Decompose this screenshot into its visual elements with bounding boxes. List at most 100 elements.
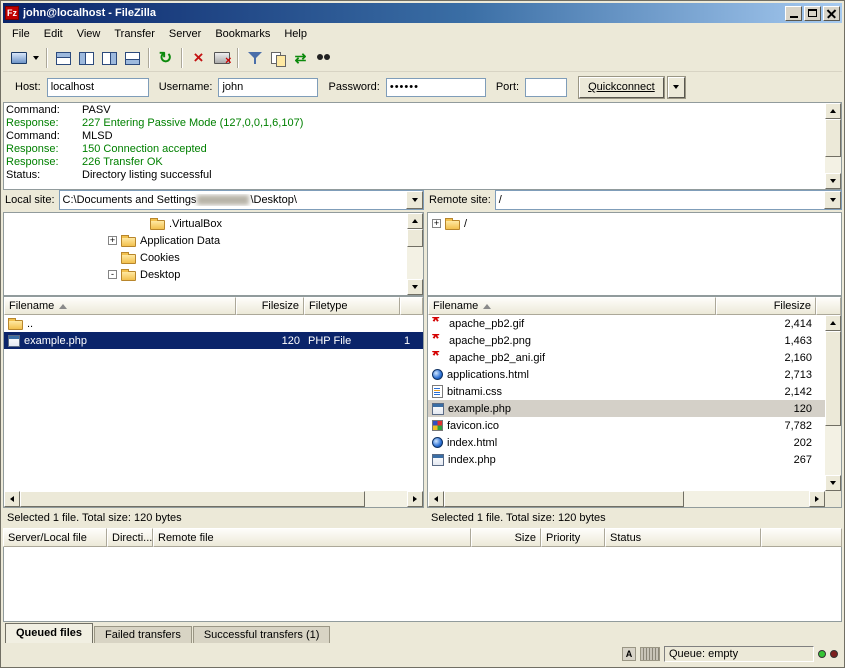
toggle-queue-button[interactable] <box>121 47 144 70</box>
column-header-direction[interactable]: Directi... <box>107 528 153 547</box>
file-row[interactable]: bitnami.css2,142 <box>428 383 825 400</box>
column-header-filename[interactable]: Filename <box>428 297 716 315</box>
expander-plus-icon[interactable]: + <box>108 236 117 245</box>
tree-item[interactable]: Cookies <box>4 249 407 266</box>
close-button[interactable] <box>823 6 840 21</box>
compare-button[interactable] <box>266 47 289 70</box>
tab-successful-transfers[interactable]: Successful transfers (1) <box>193 626 331 643</box>
local-tree-scrollbar[interactable] <box>407 213 423 295</box>
queue-list-empty[interactable] <box>3 547 842 622</box>
file-row[interactable]: apache_pb2.gif2,414 <box>428 315 825 332</box>
tab-queued-files[interactable]: Queued files <box>5 623 93 643</box>
tree-item[interactable]: -Desktop <box>4 266 407 283</box>
column-header-filesize[interactable]: Filesize <box>236 297 304 315</box>
scroll-right-button[interactable] <box>809 491 825 507</box>
expander-minus-icon[interactable]: - <box>108 270 117 279</box>
disconnect-button[interactable] <box>210 47 233 70</box>
toggle-remote-tree-button[interactable] <box>98 47 121 70</box>
menu-help[interactable]: Help <box>277 25 314 43</box>
remote-list-hscrollbar[interactable] <box>428 491 841 507</box>
scroll-down-button[interactable] <box>825 475 841 491</box>
menu-view[interactable]: View <box>70 25 108 43</box>
log-line: Response:150 Connection accepted <box>6 143 823 156</box>
menu-server[interactable]: Server <box>162 25 208 43</box>
quickconnect-button[interactable]: Quickconnect <box>579 77 664 98</box>
port-input[interactable] <box>525 78 567 97</box>
scroll-thumb[interactable] <box>444 491 684 507</box>
maximize-button[interactable] <box>804 6 821 21</box>
column-header-remote-file[interactable]: Remote file <box>153 528 471 547</box>
host-input[interactable] <box>47 78 149 97</box>
toggle-message-log-button[interactable] <box>52 47 75 70</box>
scroll-thumb[interactable] <box>825 119 841 157</box>
file-modified-truncated: 1 <box>400 335 423 347</box>
tree-item-label: .VirtualBox <box>169 218 222 230</box>
combo-dropdown-button[interactable] <box>824 191 841 209</box>
scroll-right-button[interactable] <box>407 491 423 507</box>
column-header-size[interactable]: Size <box>471 528 541 547</box>
file-row[interactable]: apache_pb2_ani.gif2,160 <box>428 349 825 366</box>
remote-path-combobox[interactable]: / <box>495 190 842 210</box>
scroll-thumb[interactable] <box>825 331 841 426</box>
password-input[interactable] <box>386 78 486 97</box>
remote-pane: Remote site: / +/ Filename Filesize <box>427 190 842 528</box>
minimize-button[interactable] <box>785 6 802 21</box>
username-input[interactable] <box>218 78 318 97</box>
scroll-left-button[interactable] <box>428 491 444 507</box>
keyboard-icon[interactable] <box>640 647 660 661</box>
tree-item[interactable]: .VirtualBox <box>4 215 407 232</box>
cancel-button[interactable] <box>187 47 210 70</box>
toggle-local-tree-button[interactable] <box>75 47 98 70</box>
column-header-filesize[interactable]: Filesize <box>716 297 816 315</box>
scroll-left-button[interactable] <box>4 491 20 507</box>
scroll-up-button[interactable] <box>825 315 841 331</box>
local-path-combobox[interactable]: C:\Documents and Settings\Desktop\ <box>59 190 424 210</box>
scroll-track[interactable] <box>825 331 841 475</box>
filter-button[interactable] <box>243 47 266 70</box>
refresh-button[interactable] <box>154 47 177 70</box>
sync-browse-button[interactable] <box>289 47 312 70</box>
menu-file[interactable]: File <box>5 25 37 43</box>
transfer-type-ascii-icon[interactable]: A <box>622 647 636 661</box>
apache-feather-icon <box>432 351 445 364</box>
scroll-down-button[interactable] <box>825 173 841 189</box>
find-button[interactable] <box>312 47 335 70</box>
scroll-down-button[interactable] <box>407 279 423 295</box>
tab-failed-transfers[interactable]: Failed transfers <box>94 626 192 643</box>
tree-item[interactable]: +Application Data <box>4 232 407 249</box>
menu-transfer[interactable]: Transfer <box>107 25 162 43</box>
scroll-thumb[interactable] <box>407 229 423 247</box>
column-header-filetype[interactable]: Filetype <box>304 297 400 315</box>
file-row[interactable]: index.php267 <box>428 451 825 468</box>
site-manager-dropdown-button[interactable] <box>30 47 42 70</box>
column-header-filename[interactable]: Filename <box>4 297 236 315</box>
tree-item[interactable]: +/ <box>428 215 841 232</box>
scroll-track[interactable] <box>407 229 423 279</box>
scroll-thumb[interactable] <box>20 491 365 507</box>
scroll-track[interactable] <box>20 491 407 507</box>
combo-dropdown-button[interactable] <box>406 191 423 209</box>
file-row[interactable]: index.html202 <box>428 434 825 451</box>
local-list-hscrollbar[interactable] <box>4 491 423 507</box>
remote-list-vscrollbar[interactable] <box>825 315 841 491</box>
title-bar[interactable]: Fz john@localhost - FileZilla <box>3 3 842 23</box>
menu-bookmarks[interactable]: Bookmarks <box>208 25 277 43</box>
log-scrollbar[interactable] <box>825 103 841 189</box>
scroll-track[interactable] <box>444 491 809 507</box>
file-row-selected[interactable]: example.php 120 PHP File 1 <box>4 332 423 349</box>
column-header-server-local-file[interactable]: Server/Local file <box>3 528 107 547</box>
scroll-up-button[interactable] <box>407 213 423 229</box>
file-row[interactable]: applications.html2,713 <box>428 366 825 383</box>
file-row-parent-dir[interactable]: .. <box>4 315 423 332</box>
column-header-status[interactable]: Status <box>605 528 761 547</box>
column-header-priority[interactable]: Priority <box>541 528 605 547</box>
site-manager-button[interactable] <box>7 47 30 70</box>
menu-edit[interactable]: Edit <box>37 25 70 43</box>
file-row[interactable]: apache_pb2.png1,463 <box>428 332 825 349</box>
file-row[interactable]: favicon.ico7,782 <box>428 417 825 434</box>
scroll-track[interactable] <box>825 119 841 173</box>
scroll-up-button[interactable] <box>825 103 841 119</box>
expander-plus-icon[interactable]: + <box>432 219 441 228</box>
quickconnect-dropdown-button[interactable] <box>668 77 685 98</box>
file-row-selected[interactable]: example.php120 <box>428 400 825 417</box>
